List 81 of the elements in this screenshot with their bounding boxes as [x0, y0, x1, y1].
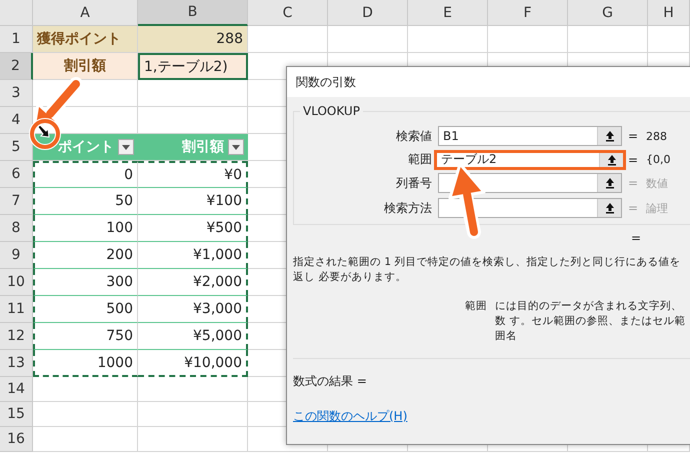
column-header[interactable]: C	[248, 0, 328, 26]
row-header[interactable]: 14	[0, 377, 33, 402]
dropdown-triangle-icon	[232, 144, 240, 150]
cell-text: 割引額	[182, 138, 224, 156]
argument-description: には目的のデータが含まれる文字列、数 す。セル範囲の参照、またはセル範囲名	[495, 299, 686, 344]
row-header[interactable]: 13	[0, 350, 33, 377]
cell-text: ¥0	[224, 167, 242, 183]
function-name: VLOOKUP	[300, 104, 363, 118]
argument-label: 範囲	[407, 151, 432, 168]
row-header[interactable]: 5	[0, 134, 33, 161]
cell-text: ¥1,000	[193, 247, 242, 263]
cell-text: 750	[106, 328, 133, 344]
equals-sign: =	[631, 231, 642, 247]
equals-sign: =	[628, 129, 640, 143]
row-header[interactable]: 4	[0, 107, 33, 134]
column-header[interactable]: A	[33, 0, 138, 26]
row-header[interactable]: 7	[0, 188, 33, 215]
column-header[interactable]: H	[648, 0, 690, 26]
column-header[interactable]: G	[568, 0, 648, 26]
dialog-title: 関数の引数	[287, 67, 690, 97]
function-description: 指定された範囲の 1 列目で特定の値を検索し、指定した列と同じ行にある値を返し 必要があります。	[293, 255, 682, 285]
help-link[interactable]: この関数のヘルプ(H)	[293, 408, 408, 425]
argument-result: {0,0	[646, 153, 672, 166]
equals-sign: =	[628, 201, 640, 215]
argument-field[interactable]: テーブル2	[434, 150, 626, 170]
collapse-arrow-icon	[604, 130, 614, 142]
argument-result: 論理	[646, 200, 669, 216]
cell-text: 50	[115, 193, 133, 209]
cell-text: 200	[106, 247, 133, 263]
cell-text: ¥5,000	[193, 328, 242, 344]
row-header[interactable]: 15	[0, 402, 33, 427]
cell-text: ポイント	[58, 138, 114, 156]
cell-text: ¥500	[206, 220, 242, 236]
argument-field[interactable]: B1	[438, 126, 622, 146]
column-header[interactable]: E	[408, 0, 488, 26]
equals-sign: =	[628, 152, 640, 166]
formula-result: 数式の結果 =	[293, 373, 368, 390]
cell-text: 1000	[97, 354, 133, 370]
cell-text: 288	[216, 31, 243, 47]
cell-text: ¥10,000	[184, 354, 242, 370]
argument-label: 検索値	[395, 128, 432, 144]
cell-text: ¥100	[206, 193, 242, 209]
cell-text: 500	[106, 301, 133, 317]
column-header[interactable]: B	[138, 0, 248, 26]
row-header[interactable]: 1	[0, 26, 33, 53]
filter-button[interactable]	[228, 139, 244, 155]
collapse-arrow-icon	[606, 154, 616, 166]
cell-text: 300	[106, 274, 133, 290]
cell-text: 獲得ポイント	[37, 30, 121, 48]
collapse-button[interactable]	[597, 127, 621, 145]
row-header[interactable]: 3	[0, 80, 33, 107]
row-header[interactable]: 16	[0, 427, 33, 452]
column-header[interactable]: F	[488, 0, 568, 26]
column-header[interactable]: D	[328, 0, 408, 26]
row-header[interactable]: 6	[0, 161, 33, 188]
row-header[interactable]: 11	[0, 296, 33, 323]
collapse-arrow-icon	[604, 177, 614, 189]
argument-input[interactable]: B1	[439, 127, 597, 145]
argument-label: 検索方法	[383, 200, 432, 216]
argument-result: 数値	[646, 176, 669, 190]
argument-label: 列番号	[395, 174, 432, 192]
cell-text: ¥3,000	[193, 301, 242, 317]
collapse-arrow-icon	[604, 202, 614, 214]
argument-name: 範囲	[465, 299, 488, 314]
cell-text: 割引額	[64, 57, 106, 75]
dropdown-triangle-icon	[122, 144, 130, 150]
row-header[interactable]: 10	[0, 269, 33, 296]
cell-text: 1,テーブル2)	[144, 58, 228, 76]
cell-text: ¥2,000	[193, 274, 242, 290]
cursor-arrow-icon	[37, 125, 50, 138]
argument-input[interactable]: テーブル2	[437, 152, 599, 166]
cell-text: 0	[124, 167, 133, 183]
row-header[interactable]: 2	[0, 53, 33, 80]
row-header[interactable]: 12	[0, 323, 33, 350]
row-header[interactable]: 8	[0, 215, 33, 242]
filter-button[interactable]	[118, 139, 134, 155]
argument-result: 288	[646, 130, 668, 142]
cell-text: 100	[106, 220, 133, 236]
equals-sign: =	[628, 176, 640, 190]
collapse-button[interactable]	[599, 152, 623, 166]
row-header[interactable]: 9	[0, 242, 33, 269]
